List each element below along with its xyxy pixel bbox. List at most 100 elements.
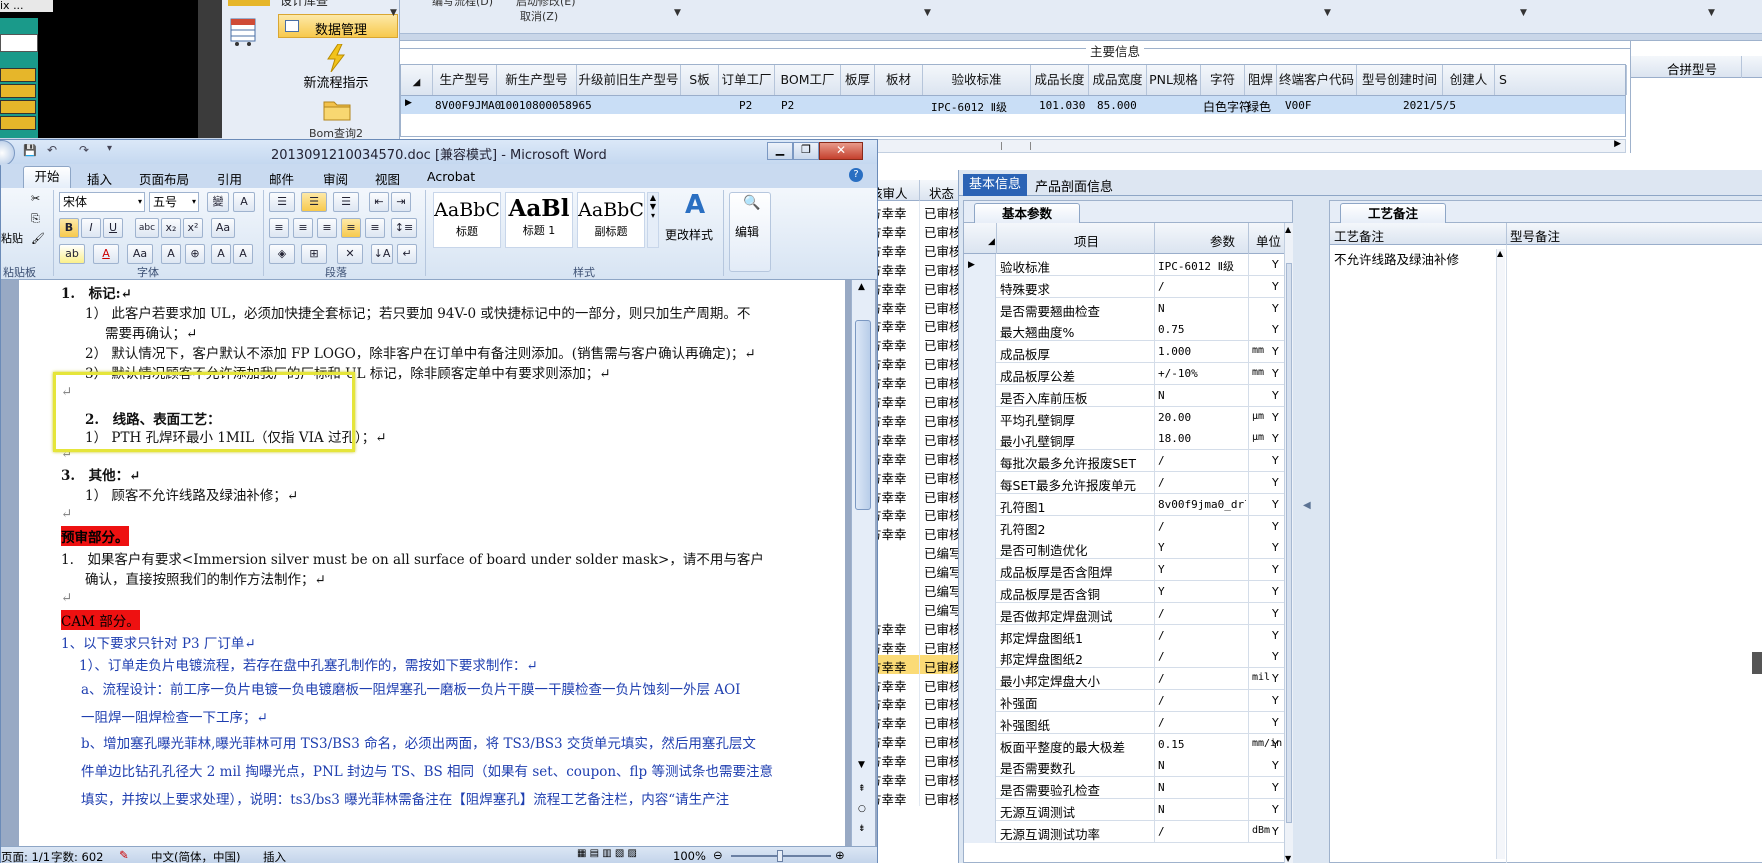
table-row[interactable]: 是否需要验孔检查 N Y [964, 777, 1284, 800]
param-cell[interactable]: 0.75 [1158, 323, 1246, 336]
param-cell[interactable]: / [1158, 716, 1246, 729]
char-shading-icon[interactable]: A [161, 244, 181, 264]
cell-acceptance[interactable]: IPC-6012 Ⅱ级 [931, 99, 1007, 115]
table-row[interactable]: 无源互调测试 N Y [964, 799, 1284, 821]
param-cell[interactable]: / [1158, 694, 1246, 707]
dropdown-icon[interactable]: ▼ [1520, 8, 1527, 18]
item-cell[interactable]: 每批次最多允许报废SET [1000, 453, 1150, 472]
param-cell[interactable]: N [1158, 302, 1246, 315]
row-indicator[interactable] [964, 472, 996, 494]
tab-references[interactable]: 引用 [217, 169, 242, 188]
main-info-grid[interactable]: ◢ 生产型号 新生产型号 升级前旧生产型号 S板 订单工厂 BOM工厂 板厚 板… [400, 64, 1627, 137]
flag-cell[interactable]: Y [1272, 716, 1279, 729]
flag-cell[interactable]: Y [1272, 476, 1279, 489]
row-indicator[interactable] [964, 297, 996, 320]
clear-format-icon[interactable]: A [233, 192, 255, 212]
shading-icon[interactable]: ◈ [269, 244, 295, 264]
column-header[interactable]: 验收标准 [923, 65, 1031, 95]
row-indicator[interactable] [964, 319, 996, 342]
item-cell[interactable]: 孔符图2 [1000, 519, 1150, 538]
column-header[interactable]: 型号创建时间 [1357, 65, 1443, 95]
doc-vertical-scrollbar[interactable]: ▲ ▼ ⇞ ○ ⇟ [851, 280, 875, 846]
row-indicator[interactable] [964, 581, 996, 603]
table-row[interactable]: 板面平整度的最大极差0.15mm/inchY [964, 733, 1284, 756]
zoom-slider-thumb[interactable] [777, 850, 783, 862]
cell-new-model[interactable]: 10010800058965 [499, 99, 592, 112]
shrink-font-icon[interactable]: A [233, 244, 253, 264]
param-cell[interactable]: Y [1158, 541, 1246, 554]
param-cell[interactable]: / [1158, 476, 1246, 489]
row-indicator[interactable] [964, 624, 996, 647]
flag-cell[interactable]: Y [1272, 302, 1279, 315]
item-cell[interactable]: 板面平整度的最大极差 [1000, 737, 1150, 756]
item-cell[interactable]: 成品板厚是否含铜 [1000, 584, 1150, 603]
process-note-text[interactable]: 不允许线路及绿油补修 [1334, 249, 1459, 268]
item-cell[interactable]: 最大翘曲度% [1000, 322, 1150, 341]
param-cell[interactable]: / [1158, 825, 1246, 838]
doc-line[interactable]: 1）、订单走负片电镀流程，若存在盘中孔塞孔制作的，需按如下要求制作：↵ [79, 654, 538, 674]
row-indicator[interactable] [964, 450, 996, 473]
table-row[interactable]: 平均孔壁铜厚 20.00 μm Y [964, 406, 1284, 429]
item-cell[interactable]: 验收标准 [1000, 257, 1150, 276]
param-cell[interactable]: +/-10% [1158, 367, 1246, 380]
cell-legend[interactable]: 白色字符 [1203, 98, 1251, 115]
param-cell[interactable]: 20.00 [1158, 411, 1246, 424]
column-header[interactable]: PNL规格 [1147, 65, 1201, 95]
unit-header[interactable]: 单位 [1256, 231, 1282, 250]
item-cell[interactable]: 是否需要数孔 [1000, 758, 1150, 777]
table-row[interactable]: 最小邦定焊盘大小 / mil Y [964, 668, 1284, 691]
cell-model[interactable]: 8V00F9JMA0 [435, 99, 501, 112]
param-cell[interactable]: 8v00f9jma0_drl... [1158, 498, 1246, 511]
flag-cell[interactable]: Y [1272, 629, 1279, 642]
param-header[interactable]: 参数 [1210, 231, 1235, 250]
param-cell[interactable]: / [1158, 650, 1246, 663]
doc-line[interactable]: 需要再确认；↵ [105, 322, 197, 342]
param-cell[interactable]: / [1158, 520, 1246, 533]
highlight-icon[interactable]: ab [59, 244, 85, 264]
item-cell[interactable]: 是否需要验孔检查 [1000, 780, 1150, 799]
dropdown-icon[interactable]: ▼ [674, 8, 681, 18]
table-row[interactable]: ▶ 8V00F9JMA0 10010800058965 P2 P2 IPC-60… [401, 96, 1625, 114]
param-cell[interactable]: / [1158, 280, 1246, 293]
grow-font-icon[interactable]: A [211, 244, 231, 264]
phonetic-icon[interactable]: Aa [211, 218, 235, 238]
column-header[interactable]: S板 [681, 65, 719, 95]
column-header[interactable]: 新生产型号 [497, 65, 577, 95]
tab-basic-info[interactable]: 基本信息 [963, 174, 1027, 196]
line-spacing-icon[interactable]: ↕≡ [391, 218, 417, 238]
bold-button[interactable]: B [59, 218, 79, 238]
show-marks-icon[interactable]: ↵ [397, 244, 417, 264]
param-cell[interactable]: Y [1158, 563, 1246, 576]
style-title[interactable]: AaBbC 标题 [433, 192, 501, 248]
table-row[interactable]: 成品板厚公差 +/-10% mm Y [964, 363, 1284, 385]
document-page[interactable]: 1. 标记:↵ 1） 此客户若要求加 UL，必须加快捷全套标记；若只要加 94V-… [19, 280, 845, 846]
table-row[interactable]: 孔符图2 / Y [964, 515, 1284, 538]
flag-cell[interactable]: Y [1272, 411, 1279, 424]
flag-cell[interactable]: Y [1272, 323, 1279, 336]
tab-profile-info[interactable]: 产品剖面信息 [1035, 176, 1113, 195]
item-header[interactable]: 项目 [1074, 231, 1099, 250]
change-styles-button[interactable]: 更改样式 [665, 226, 713, 243]
flag-cell[interactable]: Y [1272, 389, 1279, 402]
toolbar-label-cancel[interactable]: 取消(Z) [520, 8, 558, 24]
italic-button[interactable]: I [81, 218, 101, 238]
align-center-icon[interactable]: ≡ [293, 218, 313, 238]
row-indicator[interactable] [964, 559, 996, 582]
table-row[interactable]: 补强图纸 / Y [964, 711, 1284, 734]
table-row[interactable]: 邦定焊盘图纸1 / Y [964, 624, 1284, 647]
note-scrollbar[interactable]: ▲ [1496, 249, 1505, 859]
column-header[interactable]: 板材 [875, 65, 923, 95]
doc-line[interactable]: 3. 其他：↵ [61, 464, 140, 484]
row-indicator[interactable] [964, 537, 996, 560]
item-cell[interactable]: 最小孔壁铜厚 [1000, 431, 1150, 450]
style-subtitle[interactable]: AaBbC 副标题 [577, 192, 645, 248]
table-row[interactable]: 孔符图1 8v00f9jma0_drl... Y [964, 493, 1284, 516]
column-header[interactable]: 成品长度 [1031, 65, 1089, 95]
doc-line[interactable]: CAM 部分。 [61, 610, 140, 630]
flag-cell[interactable]: Y [1272, 280, 1279, 293]
table-row[interactable]: 是否做邦定焊盘测试 / Y [964, 602, 1284, 625]
flag-cell[interactable]: Y [1272, 803, 1279, 816]
change-case-icon[interactable]: 變 [207, 192, 229, 212]
subtab-process-notes[interactable]: 工艺备注 [1340, 203, 1446, 223]
flag-cell[interactable]: Y [1272, 563, 1279, 576]
